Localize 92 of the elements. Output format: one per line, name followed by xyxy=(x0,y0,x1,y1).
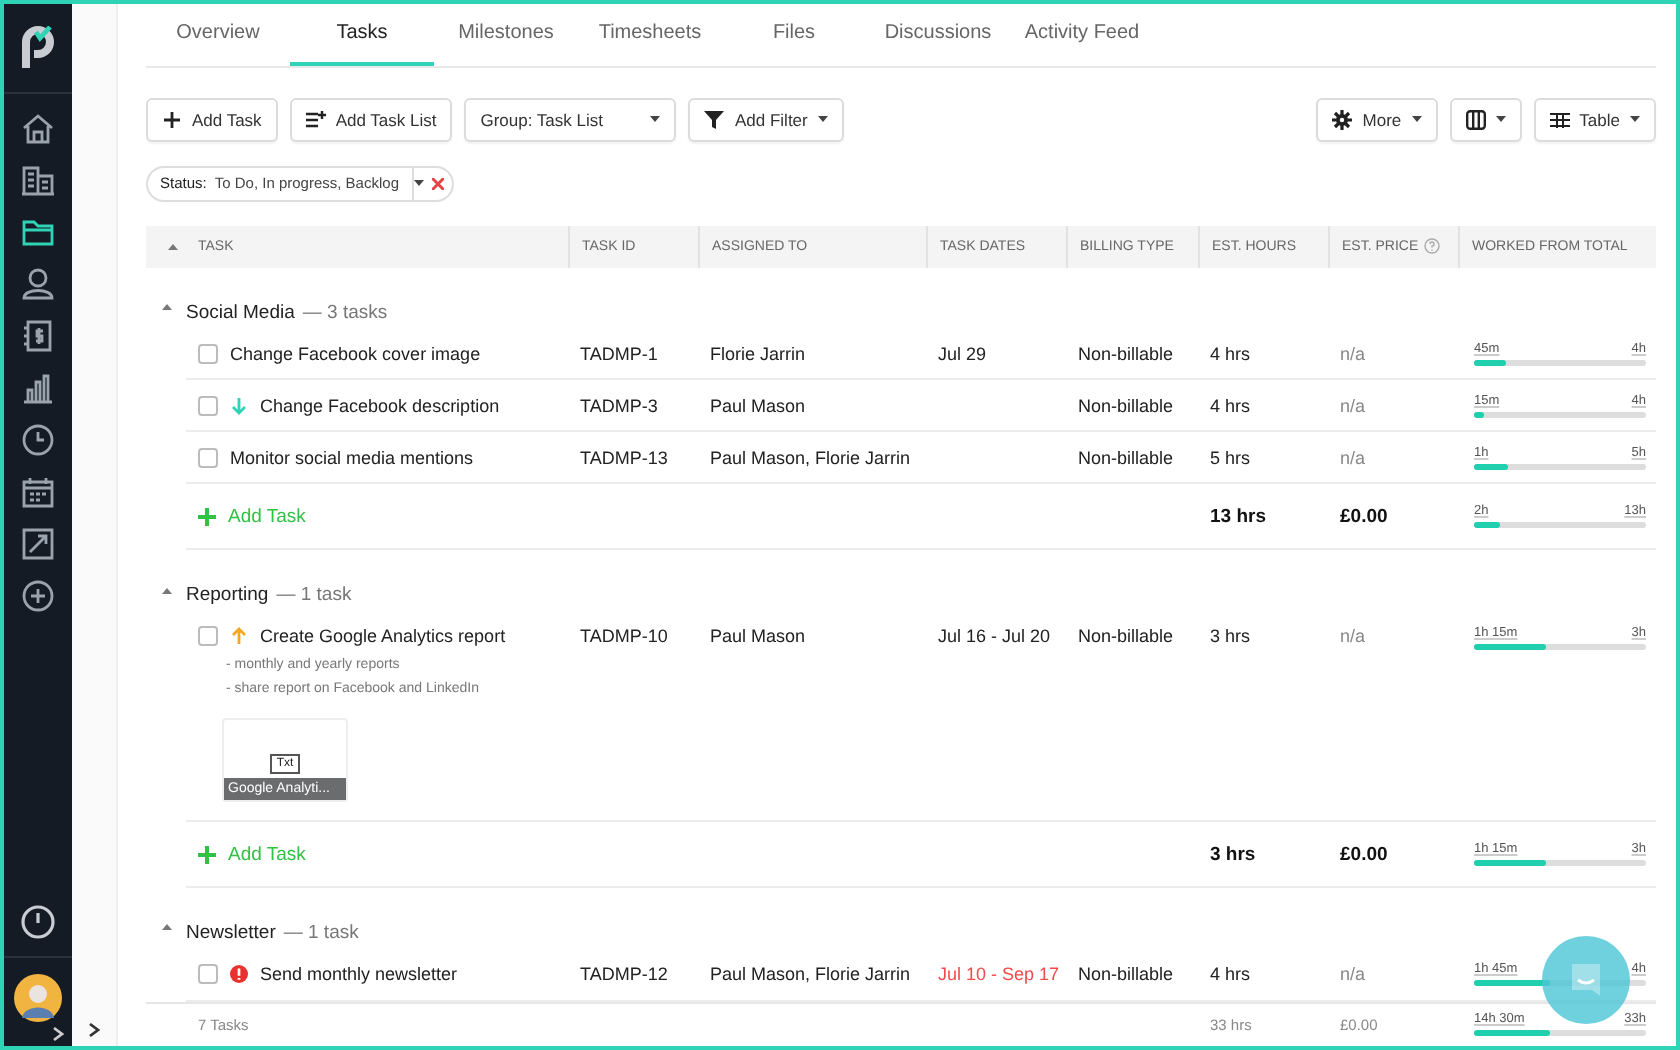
total-hours: 3 hrs xyxy=(1208,843,1258,866)
task-list-name[interactable]: Social Media xyxy=(186,301,295,324)
estimated-hours: 4 hrs xyxy=(1208,964,1253,985)
calendar-icon[interactable] xyxy=(18,472,58,512)
billing-type: Non-billable xyxy=(1076,395,1176,416)
task-count: — 3 tasks xyxy=(302,301,388,324)
task-id: TADMP-13 xyxy=(578,447,670,468)
task-count: — 1 task xyxy=(276,584,352,607)
caret-icon xyxy=(650,116,661,123)
toolbar-button[interactable]: Add Filter xyxy=(688,98,844,142)
trend-chart-icon[interactable] xyxy=(18,524,58,564)
plus-icon xyxy=(198,507,216,526)
chevron-icon[interactable] xyxy=(52,1026,64,1042)
task-id: TADMP-3 xyxy=(578,395,660,416)
expand-icon[interactable] xyxy=(88,1022,100,1038)
tab[interactable]: Activity Feed xyxy=(1010,4,1154,67)
estimated-price: n/a xyxy=(1338,626,1368,647)
filter-icon xyxy=(704,109,725,130)
estimated-price: n/a xyxy=(1338,395,1368,416)
list-add-icon xyxy=(305,109,326,130)
caret-icon xyxy=(1495,116,1506,123)
task-dates: Jul 10 - Sep 17 xyxy=(936,964,1062,985)
task-title[interactable]: Monitor social media mentions xyxy=(230,447,474,468)
tab[interactable]: Tasks xyxy=(290,4,434,67)
tab[interactable]: Milestones xyxy=(434,4,578,67)
task-dates: Jul 16 - Jul 20 xyxy=(936,626,1053,647)
estimated-price: n/a xyxy=(1338,964,1368,985)
caret-icon xyxy=(1411,116,1422,123)
billing-type: Non-billable xyxy=(1076,626,1176,647)
task-dates: Jul 29 xyxy=(936,344,989,364)
plus-icon xyxy=(198,845,216,864)
task-id: TADMP-1 xyxy=(578,344,660,364)
caret-icon xyxy=(817,116,828,123)
task-list-name[interactable]: Newsletter xyxy=(186,921,276,944)
collapse-icon[interactable] xyxy=(167,243,177,250)
toolbar-button[interactable]: More xyxy=(1316,98,1438,142)
logo-icon[interactable] xyxy=(20,26,56,70)
assignee: Paul Mason xyxy=(708,626,808,647)
assignee: Florie Jarrin xyxy=(708,344,808,364)
columns-icon xyxy=(1465,109,1486,130)
estimated-hours: 4 hrs xyxy=(1208,395,1253,416)
columns-button[interactable] xyxy=(1449,98,1522,142)
collapse-icon[interactable] xyxy=(161,587,171,594)
estimated-hours: 4 hrs xyxy=(1208,344,1253,364)
toolbar-button[interactable]: Add Task List xyxy=(289,98,453,142)
table-icon xyxy=(1549,109,1570,130)
total-hours: 13 hrs xyxy=(1208,505,1268,528)
estimated-price: n/a xyxy=(1338,447,1368,468)
collapse-icon[interactable] xyxy=(161,304,171,311)
estimated-hours: 5 hrs xyxy=(1208,447,1253,468)
close-icon xyxy=(431,177,443,190)
gear-icon xyxy=(1332,109,1353,130)
task-id: TADMP-12 xyxy=(578,964,670,985)
billing-type: Non-billable xyxy=(1076,344,1176,364)
billing-type: Non-billable xyxy=(1076,964,1176,985)
task-checkbox[interactable] xyxy=(198,447,218,468)
collapse-icon[interactable] xyxy=(161,924,171,931)
task-id: TADMP-10 xyxy=(578,626,670,647)
task-title[interactable]: Send monthly newsletter xyxy=(260,964,458,985)
plus-icon xyxy=(162,109,182,130)
task-count: — 1 task xyxy=(283,921,359,944)
add-circle-icon[interactable] xyxy=(18,576,58,616)
task-title[interactable]: Create Google Analytics report xyxy=(260,626,506,647)
task-checkbox[interactable] xyxy=(198,964,218,985)
estimated-hours: 3 hrs xyxy=(1208,626,1253,647)
timer-icon[interactable] xyxy=(20,904,56,940)
person-icon[interactable] xyxy=(18,264,58,304)
tab[interactable]: Discussions xyxy=(866,4,1010,67)
caret-icon xyxy=(413,180,423,187)
tab[interactable]: Timesheets xyxy=(578,4,722,67)
task-title[interactable]: Change Facebook description xyxy=(260,395,500,416)
assignee: Paul Mason, Florie Jarrin xyxy=(708,964,913,985)
task-checkbox[interactable] xyxy=(198,395,218,416)
toolbar-button[interactable]: Add Task xyxy=(146,98,278,142)
task-list-name[interactable]: Reporting xyxy=(186,584,269,607)
clock-icon[interactable] xyxy=(18,420,58,460)
task-checkbox[interactable] xyxy=(198,626,218,647)
tab[interactable]: Files xyxy=(722,4,866,67)
estimated-price: n/a xyxy=(1338,344,1368,364)
assignee: Paul Mason xyxy=(708,395,808,416)
caret-icon xyxy=(1630,116,1640,123)
billing-type: Non-billable xyxy=(1076,447,1176,468)
task-checkbox[interactable] xyxy=(198,344,218,364)
total-price: £0.00 xyxy=(1338,505,1390,528)
task-title[interactable]: Change Facebook cover image xyxy=(230,344,481,364)
avatar[interactable] xyxy=(14,974,62,1022)
assignee: Paul Mason, Florie Jarrin xyxy=(708,447,913,468)
toolbar-button[interactable]: Group: Task List xyxy=(464,98,677,142)
total-price: £0.00 xyxy=(1338,843,1390,866)
chat-icon xyxy=(1566,960,1606,1000)
tab[interactable]: Overview xyxy=(146,4,290,67)
toolbar-button[interactable]: Table xyxy=(1533,98,1656,142)
